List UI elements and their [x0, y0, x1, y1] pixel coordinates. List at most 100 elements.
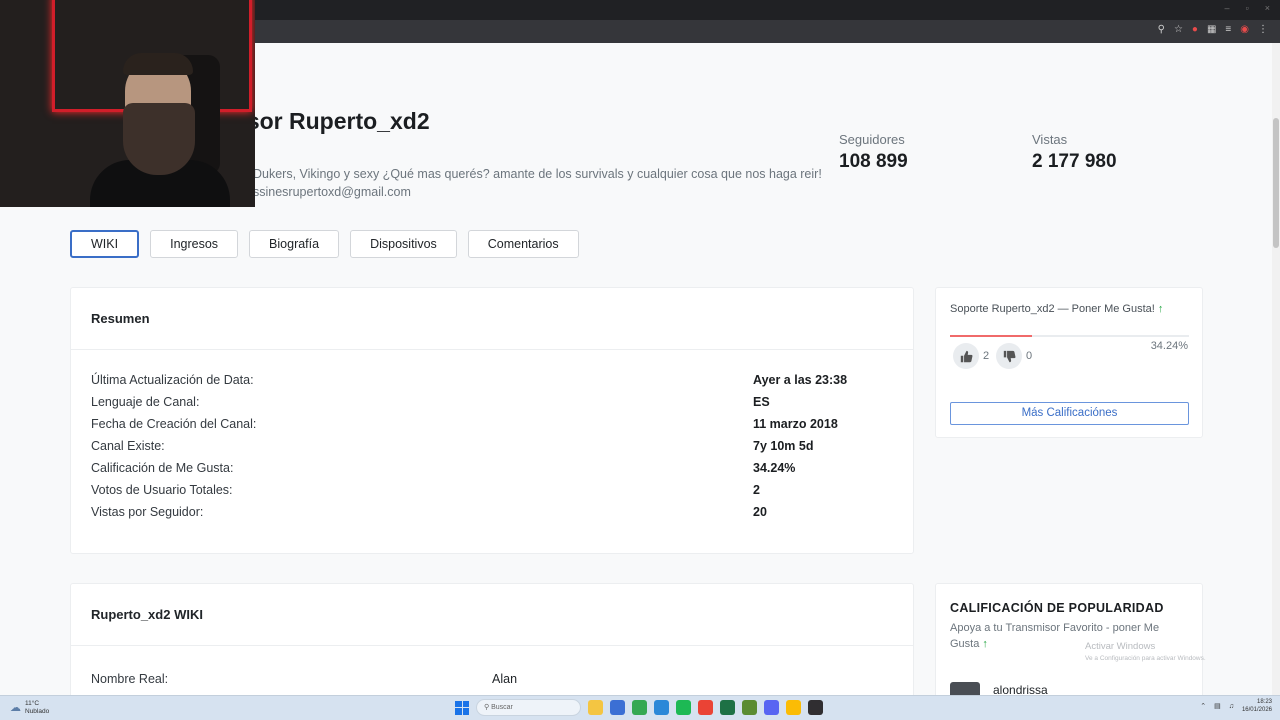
chrome-alt-icon[interactable]: [698, 700, 713, 715]
discord-icon[interactable]: [764, 700, 779, 715]
wiki-value: Alan: [492, 672, 518, 686]
like-count: 2: [983, 350, 990, 362]
app-list: [588, 700, 823, 715]
chrome-icon[interactable]: [632, 700, 647, 715]
popularity-user[interactable]: alondrissa: [993, 683, 1048, 695]
views-label: Vistas: [1032, 132, 1068, 147]
followers-stat: Seguidores 108 899: [839, 132, 908, 173]
menu-icon[interactable]: ⋮: [1258, 24, 1268, 35]
summary-key: Votos de Usuario Totales:: [91, 483, 233, 497]
channel-email[interactable]: ssinesrupertoxd@gmail.com: [253, 185, 411, 199]
streamer-beard: [123, 103, 195, 175]
thumbs-down-icon[interactable]: [996, 343, 1022, 369]
support-card: Soporte Ruperto_xd2 — Poner Me Gusta! ↑ …: [935, 287, 1203, 438]
summary-card: Resumen Última Actualización de Data: Aye…: [70, 287, 914, 554]
views-value: 2 177 980: [1032, 151, 1117, 172]
dislike-vote[interactable]: 0: [996, 343, 1032, 369]
cloud-icon: ☁: [10, 702, 21, 714]
watermark-line2: Ve a Configuración para activar Windows.: [1085, 655, 1206, 662]
summary-row: Votos de Usuario Totales: 2: [91, 483, 893, 505]
tab-comentarios[interactable]: Comentarios: [467, 230, 579, 258]
summary-value: ES: [753, 395, 770, 409]
summary-value: 20: [753, 505, 767, 519]
summary-key: Última Actualización de Data:: [91, 373, 254, 387]
followers-value: 108 899: [839, 151, 908, 172]
weather-desc: Nublado: [25, 708, 50, 715]
like-vote[interactable]: 2: [953, 343, 989, 369]
views-stat: Vistas 2 177 980: [1032, 132, 1117, 173]
summary-row: Fecha de Creación del Canal: 11 marzo 201…: [91, 417, 893, 439]
close-button[interactable]: ×: [1265, 3, 1270, 13]
summary-value: 11 marzo 2018: [753, 417, 838, 431]
system-tray: ⌃ ▤ ♫ 18:23 16/01/2026: [1200, 698, 1272, 714]
watermark-line1: Activar Windows: [1085, 641, 1156, 652]
clock[interactable]: 18:23 16/01/2026: [1242, 698, 1272, 714]
like-bar: [950, 335, 1189, 337]
summary-row: Calificación de Me Gusta: 34.24%: [91, 461, 893, 483]
summary-value: 7y 10m 5d: [753, 439, 814, 453]
bookmark-star-icon[interactable]: ☆: [1174, 24, 1183, 35]
summary-row: Vistas por Seguidor: 20: [91, 505, 893, 527]
weather-widget[interactable]: ☁ 11°C Nublado: [10, 700, 49, 716]
tab-bar: WIKI Ingresos Biografía Dispositivos Com…: [70, 230, 579, 258]
wiki-row: Nombre Real: Alan: [91, 672, 893, 694]
more-ratings-button[interactable]: Más Calificaciónes: [950, 402, 1189, 425]
window-controls: – ▫ ×: [1225, 3, 1270, 13]
maximize-button[interactable]: ▫: [1246, 3, 1249, 13]
summary-key: Fecha de Creación del Canal:: [91, 417, 257, 431]
arrow-up-icon: ↑: [982, 638, 988, 650]
windows-activation-watermark: Activar Windows Ve a Configuración para …: [1085, 641, 1206, 665]
like-percent: 34.24%: [1150, 340, 1188, 352]
tab-ingresos[interactable]: Ingresos: [150, 230, 239, 258]
toolbar-icons: ⚲ ☆ ● ▦ ≡ ◉ ⋮: [1158, 24, 1268, 35]
avatar[interactable]: [950, 682, 980, 695]
support-title-text: Soporte Ruperto_xd2 — Poner Me Gusta!: [950, 303, 1155, 315]
page-scrollbar[interactable]: [1272, 43, 1280, 695]
wiki-title: Ruperto_xd2 WIKI: [71, 584, 913, 646]
chrome-active-icon[interactable]: [786, 700, 801, 715]
summary-key: Lenguaje de Canal:: [91, 395, 200, 409]
spotify-icon[interactable]: [676, 700, 691, 715]
wiki-list: Nombre Real: Alan: [71, 646, 913, 694]
support-title: Soporte Ruperto_xd2 — Poner Me Gusta! ↑: [950, 303, 1163, 315]
popularity-title: CALIFICACIÓN DE POPULARIDAD: [950, 601, 1164, 615]
clock-date: 16/01/2026: [1241, 707, 1272, 713]
summary-value: 34.24%: [753, 461, 796, 475]
windows-start-icon[interactable]: [455, 700, 469, 715]
minecraft-icon[interactable]: [742, 700, 757, 715]
summary-row: Canal Existe: 7y 10m 5d: [91, 439, 893, 461]
volume-icon[interactable]: ♫: [1229, 703, 1234, 710]
taskbar-apps: ⚲ Buscar: [455, 699, 823, 716]
summary-list: Última Actualización de Data: Ayer a las …: [71, 350, 913, 527]
profile-icon[interactable]: ◉: [1240, 24, 1249, 35]
scrollbar-thumb[interactable]: [1273, 118, 1279, 248]
store-icon[interactable]: [610, 700, 625, 715]
network-icon[interactable]: ▤: [1214, 702, 1221, 710]
chevron-up-icon[interactable]: ⌃: [1200, 702, 1206, 710]
weather-temp: 11°C: [25, 700, 40, 707]
summary-row: Lenguaje de Canal: ES: [91, 395, 893, 417]
tab-biografia[interactable]: Biografía: [249, 230, 340, 258]
tab-wiki[interactable]: WIKI: [70, 230, 140, 258]
extension-icon[interactable]: ●: [1192, 24, 1198, 35]
file-explorer-icon[interactable]: [588, 700, 603, 715]
taskbar-search[interactable]: ⚲ Buscar: [476, 699, 581, 716]
obs-icon[interactable]: [808, 700, 823, 715]
dislike-count: 0: [1026, 350, 1033, 362]
summary-value: Ayer a las 23:38: [753, 373, 848, 387]
edge-icon[interactable]: [654, 700, 669, 715]
clock-time: 18:23: [1256, 699, 1272, 705]
excel-icon[interactable]: [720, 700, 735, 715]
thumbs-up-icon[interactable]: [953, 343, 979, 369]
wiki-card: Ruperto_xd2 WIKI Nombre Real: Alan: [70, 583, 914, 695]
windows-taskbar: ☁ 11°C Nublado ⚲ Buscar ⌃ ▤ ♫ 18:23 16/0…: [0, 695, 1280, 720]
playlist-icon[interactable]: ≡: [1225, 24, 1231, 35]
puzzle-icon[interactable]: ▦: [1207, 24, 1216, 35]
zoom-icon[interactable]: ⚲: [1158, 24, 1165, 35]
tab-dispositivos[interactable]: Dispositivos: [350, 230, 457, 258]
like-bar-fill: [950, 335, 1032, 337]
summary-key: Canal Existe:: [91, 439, 165, 453]
streamer-hair: [123, 53, 193, 75]
arrow-up-icon: ↑: [1157, 303, 1164, 315]
minimize-button[interactable]: –: [1225, 3, 1230, 13]
